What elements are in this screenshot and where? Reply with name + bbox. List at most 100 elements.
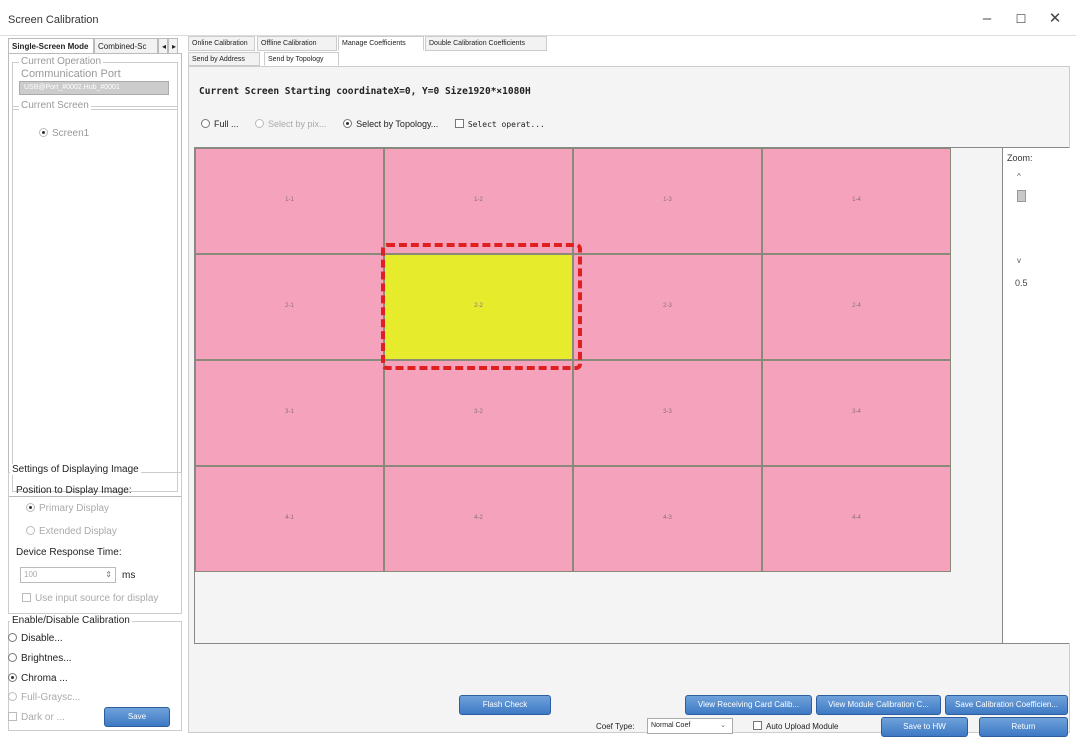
response-time-unit: ms	[122, 570, 136, 581]
cabinet-cell-label: 3-3	[663, 409, 672, 415]
cabinet-cell[interactable]: 4-3	[573, 466, 762, 572]
option-select-by-topology[interactable]: Select by Topology...	[343, 119, 438, 129]
zoom-label: Zoom:	[1007, 153, 1033, 163]
calibration-option-chroma[interactable]: Chroma ...	[8, 673, 68, 684]
cabinet-cell-label: 4-4	[852, 515, 861, 521]
use-input-source-label: Use input source for display	[35, 593, 159, 604]
subtab-send-by-address[interactable]: Send by Address	[188, 52, 260, 66]
current-operation-label: Current Operation	[19, 56, 104, 67]
close-button[interactable]: ✕	[1040, 8, 1070, 30]
cabinet-cell[interactable]: 1-1	[195, 148, 384, 254]
full-radio[interactable]	[201, 119, 210, 128]
current-screen-label: Current Screen	[19, 100, 91, 111]
zoom-slider-thumb[interactable]	[1017, 190, 1026, 202]
cabinet-cell[interactable]: 1-4	[762, 148, 951, 254]
cabinet-cell[interactable]: 3-4	[762, 360, 951, 466]
calibration-option-dark[interactable]: Dark or ...	[8, 712, 65, 723]
minimize-button[interactable]: –	[972, 8, 1002, 30]
tab-offline-calibration[interactable]: Offline Calibration	[257, 36, 337, 51]
save-calibration-coefficients-button[interactable]: Save Calibration Coefficien...	[945, 695, 1068, 715]
comm-port-select[interactable]: USB@Port_#0002.Hub_#0001	[19, 81, 169, 95]
extended-display-option[interactable]: Extended Display	[26, 526, 117, 537]
tab-scroll-left-button[interactable]: ◂	[158, 38, 168, 54]
cabinet-cell-label: 1-4	[852, 197, 861, 203]
disable-radio[interactable]	[8, 633, 17, 642]
cabinet-cell-label: 3-1	[285, 409, 294, 415]
cabinet-cell[interactable]: 2-1	[195, 254, 384, 360]
extended-display-label: Extended Display	[39, 526, 117, 537]
topology-canvas[interactable]: 1-1 1-2 1-3 1-4 2-1 2-2 2-3 2-4 3-1 3-2 3-3 3-4 4-1 4…	[194, 147, 1070, 644]
cabinet-cell[interactable]: 2-3	[573, 254, 762, 360]
use-input-source-option[interactable]: Use input source for display	[22, 593, 158, 604]
screen1-radio[interactable]	[39, 128, 48, 137]
auto-upload-option[interactable]: Auto Upload Module	[753, 721, 839, 731]
zoom-up-icon[interactable]: ^	[1017, 172, 1021, 181]
view-receiving-card-button[interactable]: View Receiving Card Calib...	[685, 695, 812, 715]
primary-display-radio[interactable]	[26, 503, 35, 512]
zoom-down-icon[interactable]: v	[1017, 256, 1021, 265]
cabinet-cell-label: 2-4	[852, 303, 861, 309]
option-select-by-pixel[interactable]: Select by pix...	[255, 119, 327, 129]
cabinet-cell-label: 1-1	[285, 197, 294, 203]
screen-item-screen1[interactable]: Screen1	[39, 128, 89, 139]
cabinet-cell[interactable]: 3-3	[573, 360, 762, 466]
cabinet-cell-label: 4-3	[663, 515, 672, 521]
manage-coefficients-panel: Current Screen Starting coordinateX=0, Y…	[188, 66, 1070, 737]
response-time-label: Device Response Time:	[16, 547, 122, 558]
save-to-hw-button[interactable]: Save to HW	[881, 717, 968, 737]
response-time-input[interactable]: 100 ⇕	[20, 567, 116, 583]
by-pixel-radio[interactable]	[255, 119, 265, 128]
cabinet-cell[interactable]: 1-2	[384, 148, 573, 254]
use-input-source-checkbox[interactable]	[22, 593, 31, 602]
cabinet-cell[interactable]: 3-1	[195, 360, 384, 466]
option-full[interactable]: Full ...	[201, 119, 239, 129]
current-screen-info: Current Screen Starting coordinateX=0, Y…	[199, 86, 531, 97]
full-label: Full ...	[214, 119, 239, 129]
tab-combined-screen[interactable]: Combined-Sc	[94, 38, 158, 54]
cabinet-cell-label: 2-3	[663, 303, 672, 309]
by-topology-radio[interactable]	[343, 119, 353, 128]
cabinet-cell[interactable]: 2-4	[762, 254, 951, 360]
position-label: Position to Display Image:	[16, 485, 132, 496]
tab-single-screen-mode[interactable]: Single-Screen Mode	[8, 38, 94, 54]
selection-mode-options: Full ... Select by pix... Select by Topo…	[201, 119, 559, 129]
zoom-value: 0.5	[1015, 278, 1028, 288]
dark-label: Dark or ...	[21, 712, 65, 723]
return-button[interactable]: Return	[979, 717, 1068, 737]
dark-checkbox[interactable]	[8, 712, 17, 721]
full-grayscale-radio[interactable]	[8, 692, 17, 701]
coef-type-value: Normal Coef	[651, 722, 691, 729]
calibration-option-brightness[interactable]: Brightnes...	[8, 653, 72, 664]
cabinet-cell[interactable]: 4-2	[384, 466, 573, 572]
select-separately-label: Select operat...	[467, 120, 545, 129]
calibration-option-full-grayscale[interactable]: Full-Graysc...	[8, 692, 80, 703]
view-module-calibration-button[interactable]: View Module Calibration C...	[816, 695, 941, 715]
chroma-radio[interactable]	[8, 673, 17, 682]
extended-display-radio[interactable]	[26, 526, 35, 535]
save-calibration-button[interactable]: Save	[104, 707, 170, 727]
flash-check-button[interactable]: Flash Check	[459, 695, 551, 715]
tab-scroll-right-button[interactable]: ▸	[168, 38, 178, 54]
option-select-separately[interactable]: Select operat...	[454, 119, 545, 129]
maximize-button[interactable]: ☐	[1006, 8, 1036, 30]
subtab-send-by-topology[interactable]: Send by Topology	[264, 52, 339, 66]
spin-arrows-icon[interactable]: ⇕	[105, 568, 112, 582]
primary-display-option[interactable]: Primary Display	[26, 503, 109, 514]
cabinet-cell[interactable]: 3-2	[384, 360, 573, 466]
cabinet-cell[interactable]: 1-3	[573, 148, 762, 254]
brightness-radio[interactable]	[8, 653, 17, 662]
tab-double-calibration-coefficients[interactable]: Double Calibration Coefficients	[425, 36, 547, 51]
tab-manage-coefficients[interactable]: Manage Coefficients	[338, 36, 424, 51]
coef-type-label: Coef Type:	[596, 722, 635, 731]
cabinet-cell[interactable]: 4-1	[195, 466, 384, 572]
auto-upload-checkbox[interactable]	[753, 721, 762, 730]
cabinet-cell[interactable]: 4-4	[762, 466, 951, 572]
selection-highlight	[381, 243, 582, 370]
select-separately-checkbox[interactable]	[454, 119, 464, 128]
cabinet-cell-label: 1-3	[663, 197, 672, 203]
by-topology-label: Select by Topology...	[356, 119, 439, 129]
tab-online-calibration[interactable]: Online Calibration	[188, 36, 255, 51]
coef-type-select[interactable]: Normal Coef ⌄	[647, 718, 733, 734]
calibration-option-disable[interactable]: Disable...	[8, 633, 63, 644]
cabinet-cell-label: 1-2	[474, 197, 483, 203]
